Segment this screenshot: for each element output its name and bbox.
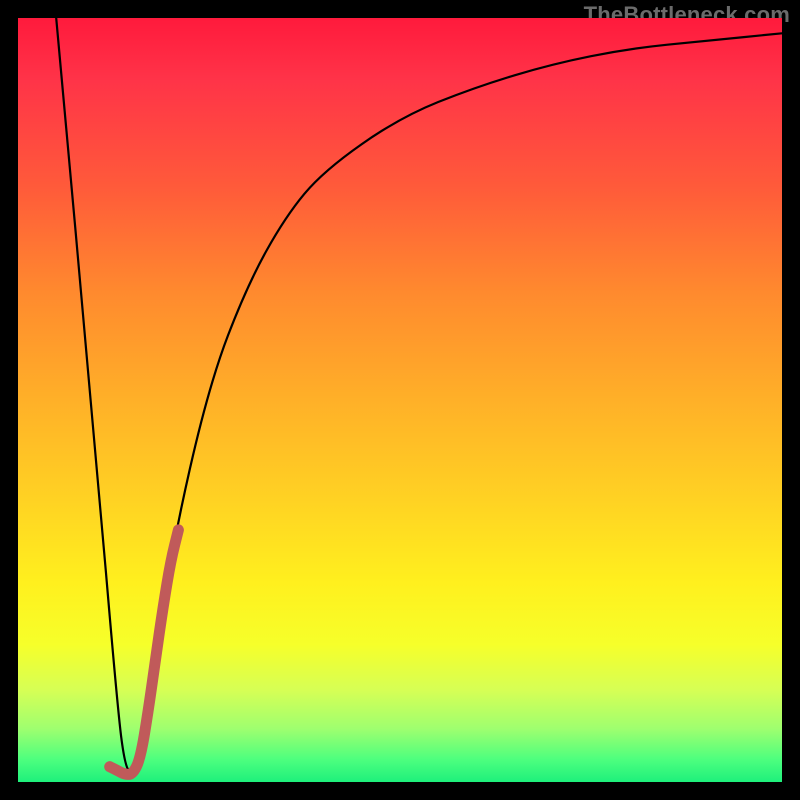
plot-area [18, 18, 782, 782]
chart-frame: TheBottleneck.com [0, 0, 800, 800]
red-highlight [110, 530, 179, 775]
black-curve [56, 18, 782, 771]
curve-layer [18, 18, 782, 782]
